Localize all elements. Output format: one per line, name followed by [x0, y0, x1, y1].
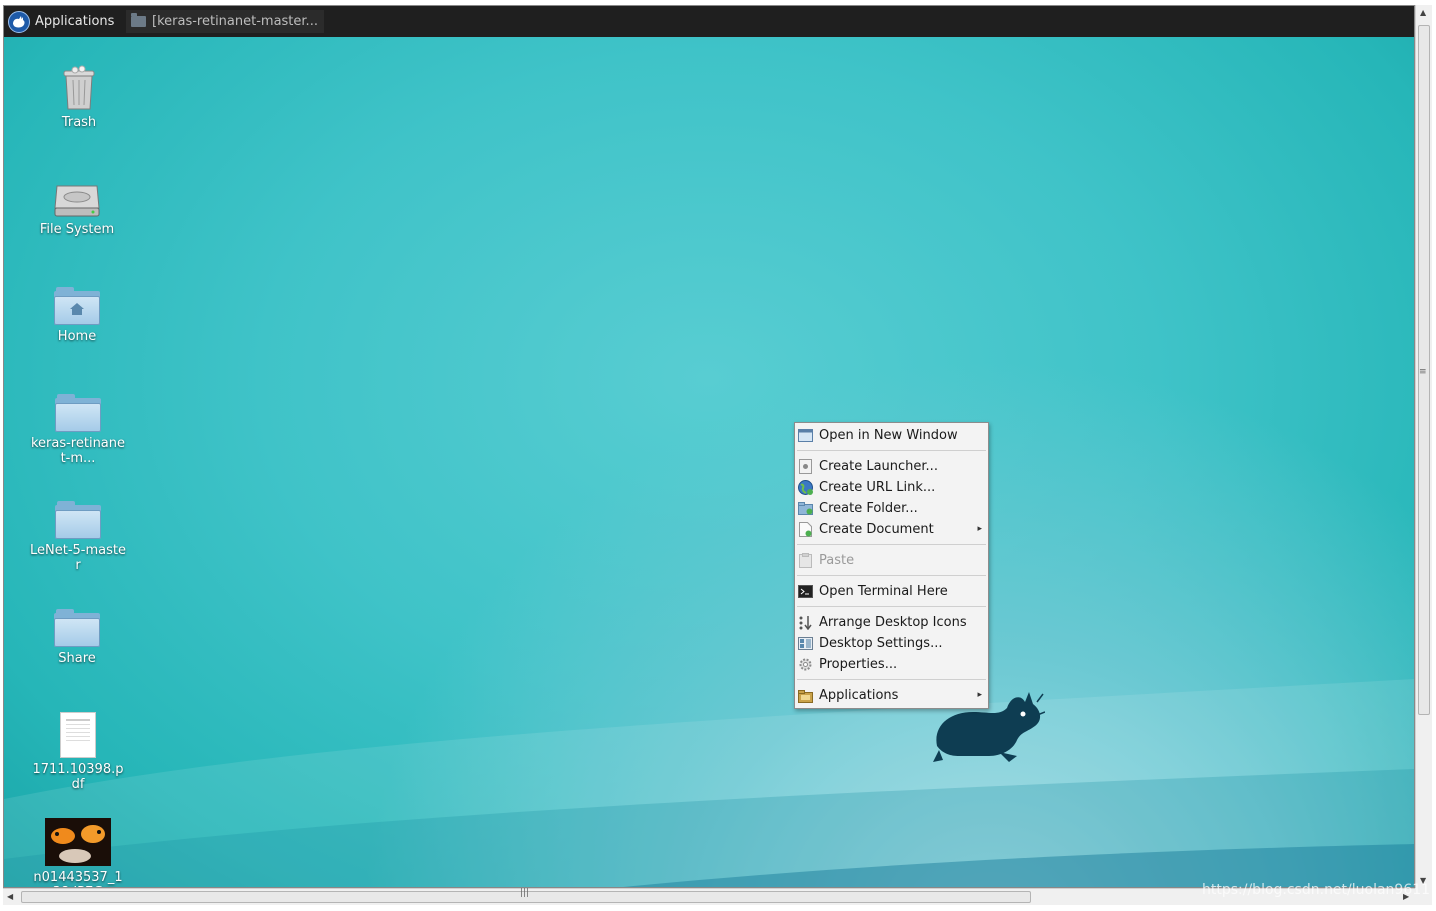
desktop-icon-lenet-folder[interactable]: LeNet-5-master — [30, 501, 126, 573]
menu-item-open-terminal-here[interactable]: Open Terminal Here — [795, 581, 988, 602]
drive-icon — [54, 185, 100, 217]
menu-item-label: Create Folder... — [819, 501, 918, 516]
folder-icon — [55, 394, 101, 432]
menu-item-label: Create Document — [819, 522, 934, 537]
menu-separator — [797, 450, 986, 451]
taskbar-window-button[interactable]: [keras-retinanet-master... — [126, 10, 324, 33]
menu-item-label: Desktop Settings... — [819, 636, 943, 651]
home-folder-icon — [54, 287, 100, 325]
vertical-scrollbar[interactable]: ▲ ≡ ▼ — [1415, 5, 1432, 888]
scroll-left-arrow-icon[interactable]: ◀ — [7, 892, 13, 901]
image-thumbnail — [45, 818, 111, 866]
desktop-icon-label: Trash — [61, 115, 97, 130]
desktop-icon-label: File System — [39, 222, 115, 237]
menu-item-properties[interactable]: Properties... — [795, 654, 988, 675]
submenu-arrow-icon: ▸ — [977, 524, 982, 534]
desktop-icon-label: Share — [58, 651, 96, 666]
folder-icon — [54, 609, 100, 647]
menu-item-label: Properties... — [819, 657, 898, 672]
gear-icon — [798, 657, 813, 672]
folder-icon — [131, 13, 146, 27]
desktop-icon-label: LeNet-5-master — [30, 543, 126, 573]
menu-item-label: Applications — [819, 688, 899, 703]
new-document-icon — [798, 522, 813, 537]
menu-item-arrange-desktop-icons[interactable]: Arrange Desktop Icons — [795, 612, 988, 633]
desktop-settings-icon — [798, 636, 813, 651]
menu-item-label: Open in New Window — [819, 428, 958, 443]
folder-icon — [55, 501, 101, 539]
menu-item-create-url-link[interactable]: Create URL Link... — [795, 477, 988, 498]
watermark-text: https://blog.csdn.net/luolan9611 — [1202, 882, 1431, 898]
desktop-icon-share-folder[interactable]: Share — [29, 609, 125, 666]
menu-item-label: Arrange Desktop Icons — [819, 615, 967, 630]
desktop-background[interactable]: Trash File System Home keras-retinanet-m… — [4, 37, 1414, 887]
menu-item-applications[interactable]: Applications ▸ — [795, 685, 988, 706]
trash-icon — [63, 65, 95, 110]
desktop-icon-pdf-file[interactable]: 1711.10398.pdf — [30, 710, 126, 792]
menu-separator — [797, 679, 986, 680]
applications-folder-icon — [798, 688, 813, 703]
window-icon — [798, 428, 813, 443]
menu-item-open-in-new-window[interactable]: Open in New Window — [795, 425, 988, 446]
desktop-icon-label: 1711.10398.pdf — [32, 762, 124, 792]
applications-menu-label: Applications — [35, 14, 115, 29]
globe-icon — [798, 480, 813, 495]
pdf-thumbnail — [60, 712, 96, 758]
menu-item-label: Open Terminal Here — [819, 584, 948, 599]
menu-separator — [797, 575, 986, 576]
desktop-context-menu: Open in New Window Create Launcher... Cr… — [794, 422, 989, 709]
arrange-icon — [798, 615, 813, 630]
new-folder-icon — [798, 501, 813, 516]
xfce-logo-icon — [8, 10, 30, 33]
launcher-icon — [798, 459, 813, 474]
desktop-icon-label: Home — [57, 329, 97, 344]
desktop-icon-keras-folder[interactable]: keras-retinanet-m... — [30, 394, 126, 466]
menu-item-label: Paste — [819, 553, 855, 568]
desktop-icon-home[interactable]: Home — [29, 287, 125, 344]
menu-item-create-folder[interactable]: Create Folder... — [795, 498, 988, 519]
menu-item-create-launcher[interactable]: Create Launcher... — [795, 456, 988, 477]
menu-item-paste: Paste — [795, 550, 988, 571]
wallpaper-wave — [4, 679, 1414, 887]
taskbar-window-title: [keras-retinanet-master... — [152, 14, 318, 29]
scroll-up-arrow-icon[interactable]: ▲ — [1420, 8, 1426, 17]
paste-icon — [798, 553, 813, 568]
menu-item-label: Create Launcher... — [819, 459, 938, 474]
submenu-arrow-icon: ▸ — [977, 690, 982, 700]
menu-separator — [797, 544, 986, 545]
desktop-icon-jpeg-file[interactable]: n01443537_138.JPEG — [30, 818, 126, 887]
menu-item-label: Create URL Link... — [819, 480, 936, 495]
desktop-icon-label: n01443537_138.JPEG — [33, 870, 123, 887]
desktop-icon-trash[interactable]: Trash — [31, 63, 127, 130]
desktop-icon-file-system[interactable]: File System — [29, 176, 125, 237]
menu-item-desktop-settings[interactable]: Desktop Settings... — [795, 633, 988, 654]
menu-separator — [797, 606, 986, 607]
scroll-grip-icon: ≡ — [1419, 367, 1427, 377]
desktop-icon-label: keras-retinanet-m... — [30, 436, 126, 466]
terminal-icon — [798, 584, 813, 599]
scroll-grip-icon: ||| — [520, 888, 530, 898]
applications-menu-button[interactable]: Applications — [8, 10, 114, 33]
menu-item-create-document[interactable]: Create Document ▸ — [795, 519, 988, 540]
top-panel: Applications [keras-retinanet-master... — [4, 6, 1414, 37]
remote-desktop-frame: Applications [keras-retinanet-master... … — [3, 5, 1415, 888]
